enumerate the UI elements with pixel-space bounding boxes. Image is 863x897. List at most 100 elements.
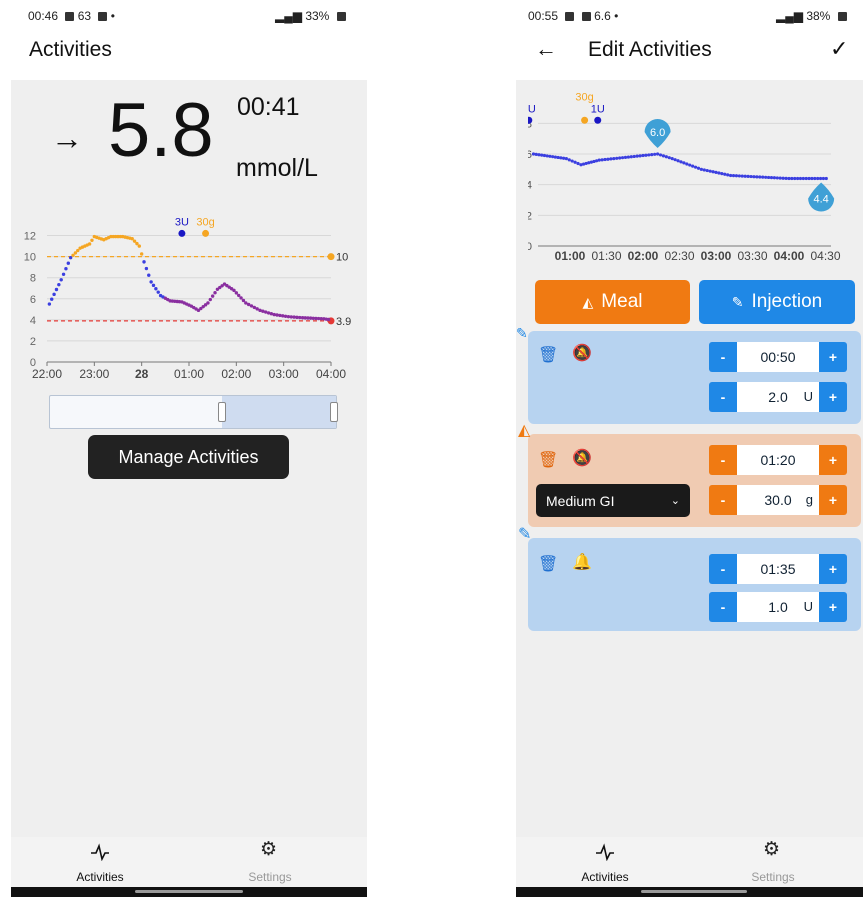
glucose-point — [154, 287, 158, 291]
nav-activities[interactable]: Activities — [545, 837, 665, 887]
glucose-point — [810, 176, 814, 181]
gi-select[interactable]: Medium GI ⌄ — [536, 484, 690, 517]
nav-activities-label: Activities — [76, 870, 124, 884]
image-icon — [565, 12, 575, 21]
trash-icon[interactable]: 🗑 — [538, 345, 558, 365]
syringe-icon: ✎ — [516, 325, 528, 341]
glucose-point — [714, 170, 718, 174]
glucose-chart[interactable]: 121086420 22:00 23:00 28 01:00 02:00 03:00 04:… — [20, 198, 365, 388]
glucose-point — [275, 313, 279, 317]
y-tick-label: 6 — [528, 149, 532, 161]
bottom-nav: Activities ⚙ Settings — [11, 837, 367, 887]
glucose-point — [641, 153, 645, 158]
amount-field[interactable]: 2.0 U — [737, 382, 819, 412]
time-value[interactable]: 01:35 — [737, 554, 819, 584]
signal-icon: ▂▄▆ — [776, 9, 803, 23]
glucose-point — [737, 174, 741, 178]
glucose-point — [807, 176, 811, 181]
back-arrow-icon[interactable]: ← — [535, 36, 557, 62]
time-value[interactable]: 00:50 — [737, 342, 819, 372]
glucose-point — [798, 176, 803, 181]
status-time: 00:46 — [28, 9, 59, 23]
glucose-point — [61, 272, 66, 276]
x-tick-label: 04:30 — [810, 249, 840, 263]
time-stepper: - 01:35 + — [709, 554, 847, 584]
glucose-point — [632, 154, 636, 159]
check-icon[interactable]: ✓ — [830, 36, 848, 62]
amount-field[interactable]: 1.0 U — [737, 592, 819, 622]
glucose-point — [635, 154, 639, 158]
nav-activities-label: Activities — [581, 870, 629, 884]
increment-button[interactable]: + — [819, 554, 847, 584]
status-right: ▂▄▆ 38% — [776, 9, 847, 23]
glucose-point — [620, 156, 625, 160]
glucose-point — [784, 176, 788, 180]
glucose-point — [731, 174, 736, 178]
trash-icon[interactable]: 🗑 — [538, 450, 558, 470]
increment-button[interactable]: + — [819, 445, 847, 475]
glucose-point — [156, 290, 160, 294]
glucose-point — [629, 155, 633, 159]
glucose-point — [545, 154, 549, 158]
time-value[interactable]: 01:20 — [737, 445, 819, 475]
amount-field[interactable]: 30.0 g — [737, 485, 819, 515]
app-icon — [98, 12, 108, 21]
increment-button[interactable]: + — [819, 485, 847, 515]
y-tick-label: 12 — [24, 231, 36, 243]
nav-activities[interactable]: Activities — [40, 837, 160, 887]
trend-arrow-icon: → — [51, 120, 83, 156]
glucose-point — [772, 176, 776, 180]
increment-button[interactable]: + — [819, 592, 847, 622]
x-tick-label: 22:00 — [32, 367, 62, 381]
glucose-point — [790, 176, 794, 181]
syringe-icon: ✎ — [731, 293, 744, 310]
decrement-button[interactable]: - — [709, 382, 737, 412]
amount-unit: g — [805, 492, 813, 507]
battery-icon — [336, 12, 346, 21]
glucose-point — [537, 153, 541, 157]
increment-button[interactable]: + — [819, 382, 847, 412]
x-tick-label: 01:30 — [591, 249, 621, 263]
glucose-point — [283, 314, 288, 318]
nav-settings[interactable]: ⚙ Settings — [210, 837, 330, 887]
page-title: Activities — [29, 38, 112, 61]
add-injection-button[interactable]: ✎ Injection — [699, 280, 855, 324]
trash-icon[interactable]: 🗑 — [538, 554, 558, 574]
glucose-point — [210, 294, 215, 298]
decrement-button[interactable]: - — [709, 342, 737, 372]
bell-off-icon[interactable]: 🔕 — [572, 343, 592, 363]
glucose-point — [531, 152, 536, 156]
app-icon — [581, 12, 591, 21]
bell-off-icon[interactable]: 🔕 — [572, 448, 592, 468]
glucose-point — [57, 282, 61, 287]
decrement-button[interactable]: - — [709, 485, 737, 515]
glucose-point — [673, 158, 677, 162]
glucose-point — [661, 154, 666, 158]
status-time: 00:55 — [528, 9, 559, 23]
decrement-button[interactable]: - — [709, 554, 737, 584]
bell-icon[interactable]: 🔔 — [572, 552, 592, 572]
glucose-point — [597, 158, 601, 162]
decrement-button[interactable]: - — [709, 592, 737, 622]
glucose-point — [778, 176, 782, 180]
glucose-point — [758, 175, 762, 179]
nav-settings[interactable]: ⚙ Settings — [713, 837, 833, 887]
glucose-point — [562, 156, 566, 160]
glucose-chart[interactable]: 86420 01:00 01:30 02:00 02:30 03:00 03:30 04:0… — [528, 88, 863, 273]
add-meal-button[interactable]: ◭ Meal — [535, 280, 690, 324]
activity-marker-dot — [581, 116, 589, 124]
increment-button[interactable]: + — [819, 342, 847, 372]
glucose-point — [137, 244, 141, 248]
range-slider[interactable] — [49, 395, 338, 429]
home-pill[interactable] — [135, 890, 243, 893]
range-handle-left[interactable] — [218, 402, 226, 422]
glucose-point — [685, 162, 689, 166]
manage-activities-button[interactable]: Manage Activities — [88, 435, 289, 479]
x-tick-label: 01:00 — [555, 249, 586, 263]
glucose-point — [705, 168, 709, 173]
glucose-point — [696, 166, 701, 170]
decrement-button[interactable]: - — [709, 445, 737, 475]
range-handle-right[interactable] — [330, 402, 338, 422]
glucose-point — [606, 157, 610, 161]
home-pill[interactable] — [641, 890, 747, 893]
